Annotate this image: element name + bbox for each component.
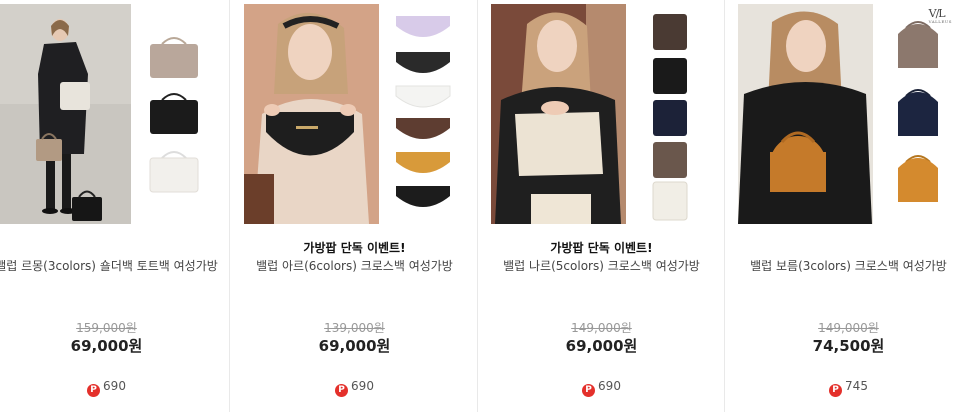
points-value: 745 (845, 379, 868, 393)
points-value: 690 (598, 379, 621, 393)
product-title[interactable]: 밸럽 르몽(3colors) 숄더백 토트백 여성가방 (0, 257, 230, 273)
reward-points: P 745 (725, 379, 960, 397)
point-icon: P (829, 384, 843, 397)
reward-points: P 690 (478, 379, 725, 397)
original-price: 159,000원 (76, 321, 137, 335)
brand-logo: V/L VALLEUS (929, 8, 952, 24)
reward-points: P 690 (231, 379, 478, 397)
sale-price: 69,000원 (70, 337, 143, 355)
reward-points: P 690 (0, 379, 230, 397)
product-card[interactable]: V/L VALLEUS 밸럽 보름(3colors) 크로스백 여성가방 149… (725, 0, 960, 412)
color-variants-image (898, 21, 938, 202)
sale-price: 74,500원 (812, 337, 885, 355)
event-label (0, 239, 230, 255)
brand-logo-sub: VALLEUS (928, 19, 952, 24)
product-title[interactable]: 밸럽 나르(5colors) 크로스백 여성가방 (478, 257, 725, 273)
original-price: 139,000원 (324, 321, 385, 335)
points-value: 690 (351, 379, 374, 393)
product-title[interactable]: 밸럽 보름(3colors) 크로스백 여성가방 (725, 257, 960, 273)
sale-price: 69,000원 (318, 337, 391, 355)
color-variants-image (652, 14, 688, 221)
points-value: 690 (103, 379, 126, 393)
product-card[interactable]: 밸럽 르몽(3colors) 숄더백 토트백 여성가방 159,000원 69,… (0, 0, 230, 412)
model-photo (738, 4, 873, 224)
color-variants-image (395, 16, 451, 207)
original-price: 149,000원 (818, 321, 879, 335)
product-image[interactable] (491, 4, 711, 224)
product-image[interactable]: V/L VALLEUS (738, 4, 958, 224)
event-label: 가방팝 단독 이벤트! (303, 241, 406, 255)
point-icon: P (582, 384, 596, 397)
event-label: 가방팝 단독 이벤트! (550, 241, 653, 255)
product-image[interactable] (244, 4, 464, 224)
product-card[interactable]: 가방팝 단독 이벤트! 밸럽 아르(6colors) 크로스백 여성가방 139… (231, 0, 478, 412)
sale-price: 69,000원 (565, 337, 638, 355)
model-photo (0, 4, 131, 224)
point-icon: P (87, 384, 101, 397)
product-image[interactable] (0, 4, 216, 224)
model-photo (491, 4, 626, 224)
point-icon: P (335, 384, 349, 397)
color-variants-image (149, 37, 199, 193)
original-price: 149,000원 (571, 321, 632, 335)
product-card[interactable]: 가방팝 단독 이벤트! 밸럽 나르(5colors) 크로스백 여성가방 149… (478, 0, 725, 412)
event-label (725, 239, 960, 255)
product-title[interactable]: 밸럽 아르(6colors) 크로스백 여성가방 (231, 257, 478, 273)
model-photo (244, 4, 379, 224)
